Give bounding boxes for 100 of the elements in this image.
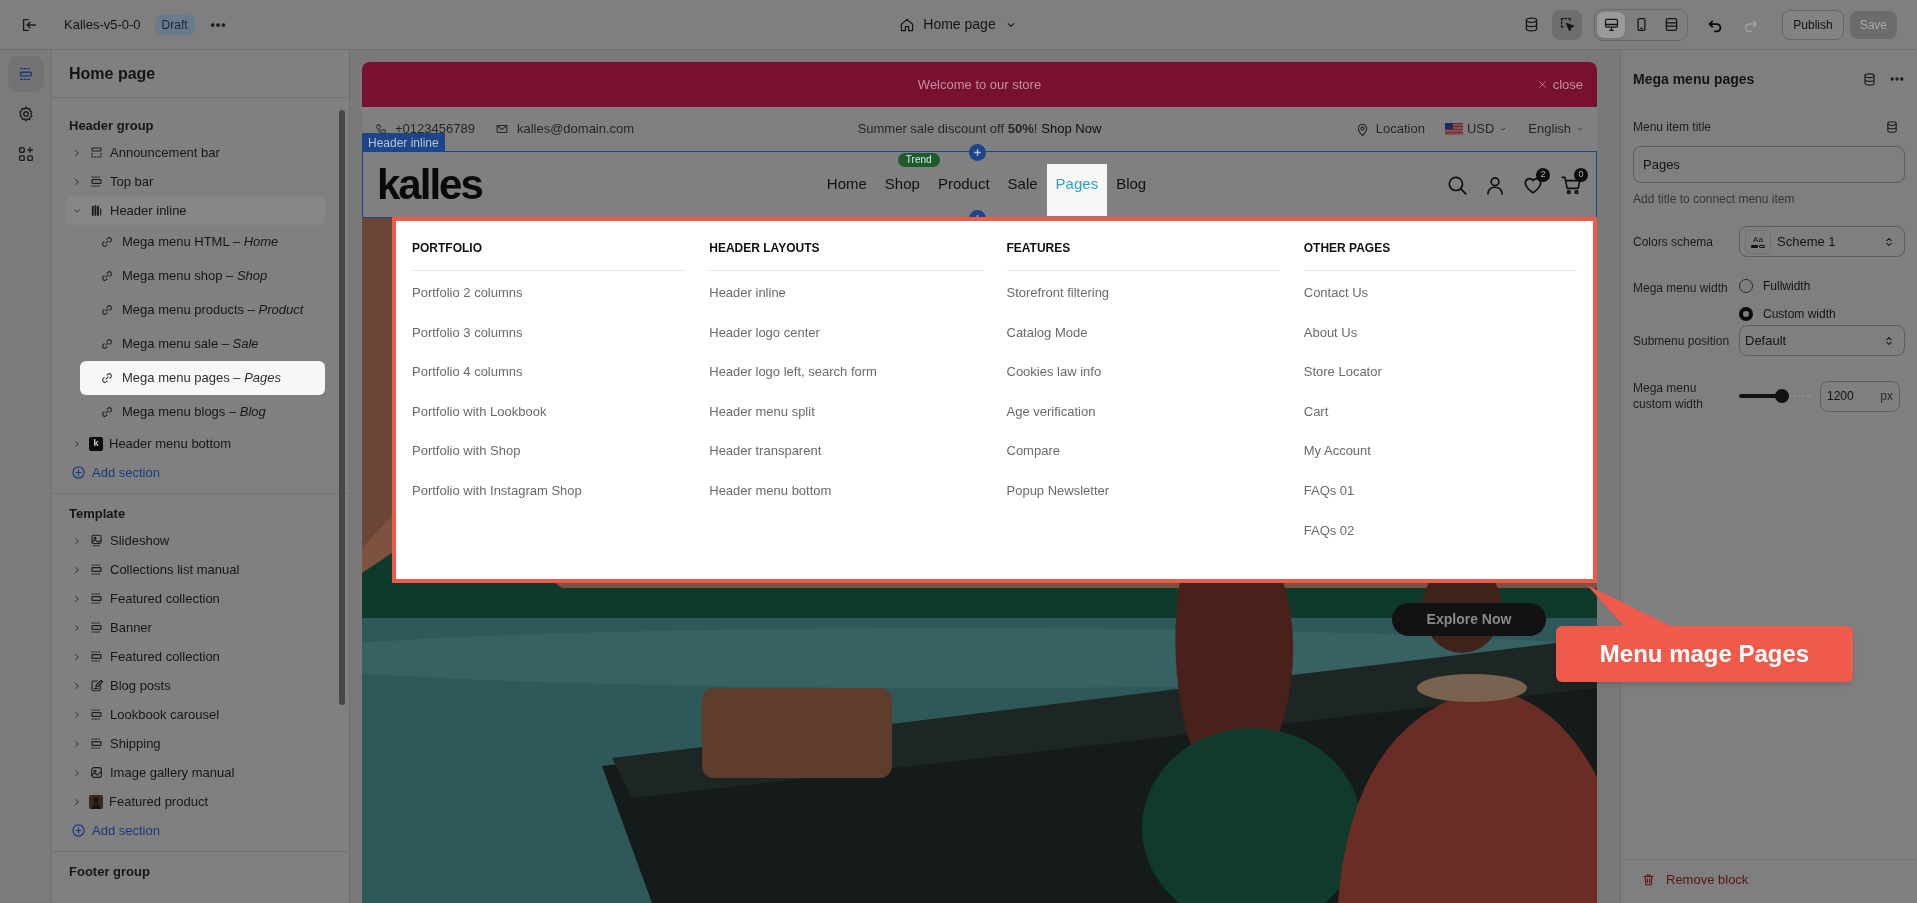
count-badge: 0 xyxy=(1574,167,1588,182)
currency-selector[interactable]: USD xyxy=(1444,119,1509,139)
cart-icon[interactable] xyxy=(1560,173,1582,196)
menu-link[interactable]: Header menu split xyxy=(709,401,815,422)
radio-option[interactable]: Fullwidth xyxy=(1739,275,1836,297)
add-icon xyxy=(71,465,86,480)
nav-link[interactable]: Sale xyxy=(998,169,1047,200)
tree-item[interactable]: Mega menu products – Product xyxy=(80,293,325,327)
columns-icon xyxy=(89,203,104,218)
home-icon xyxy=(899,16,916,33)
menu-link[interactable]: Compare xyxy=(1006,441,1060,461)
menu-link[interactable]: Header logo left, search form xyxy=(709,362,877,382)
column-heading: FEATURES xyxy=(1006,229,1280,271)
menu-link[interactable]: My Account xyxy=(1303,441,1371,461)
menu-link[interactable]: Portfolio 3 columns xyxy=(412,322,523,343)
nav-link[interactable]: Home xyxy=(817,169,876,200)
menu-link[interactable]: Storefront filtering xyxy=(1006,283,1110,303)
menu-link[interactable]: FAQs 02 xyxy=(1303,520,1355,541)
tree-item[interactable]: Mega menu sale – Sale xyxy=(80,327,325,361)
tree-item[interactable]: Announcement bar xyxy=(65,138,325,167)
menu-link[interactable]: Header menu bottom xyxy=(709,481,832,501)
tree-item[interactable]: Mega menu HTML – Home xyxy=(80,225,325,259)
scrollbar[interactable] xyxy=(339,110,345,705)
menu-link[interactable]: Portfolio with Instagram Shop xyxy=(412,481,582,501)
link-icon xyxy=(100,303,114,317)
column-heading: PORTFOLIO xyxy=(412,229,686,271)
group-title: Header group xyxy=(69,117,154,136)
menu-link[interactable]: Portfolio with Shop xyxy=(412,441,521,461)
menu-link[interactable]: Store Locator xyxy=(1303,362,1382,382)
nav-link[interactable]: Blog xyxy=(1107,169,1156,200)
tree-item[interactable]: Blog posts xyxy=(65,671,325,700)
link-icon xyxy=(100,235,114,249)
menu-link[interactable]: Popup Newsletter xyxy=(1006,481,1110,501)
tree-item[interactable]: Banner xyxy=(65,613,325,642)
tree-item[interactable]: Featured product xyxy=(65,787,325,816)
desktop-button[interactable] xyxy=(1597,11,1626,38)
field-label: Colors schema xyxy=(1633,233,1715,250)
tree-item[interactable]: Image gallery manual xyxy=(65,758,325,787)
radio-button[interactable] xyxy=(1739,307,1753,321)
tree-item[interactable]: Mega menu blogs – Blog xyxy=(80,395,325,429)
tree-item[interactable]: Shipping xyxy=(65,729,325,758)
status-badge: Draft xyxy=(154,14,195,35)
add-section-button[interactable]: Add section xyxy=(71,816,349,845)
number-input[interactable]: 1200 px xyxy=(1820,380,1900,412)
select-field[interactable]: Default xyxy=(1739,325,1905,356)
tree-item[interactable]: Featured collection xyxy=(65,642,325,671)
tree-item[interactable]: Slideshow xyxy=(65,526,325,555)
field-label: Mega menu custom width xyxy=(1633,380,1705,412)
remove-block-button[interactable]: Remove block xyxy=(1621,859,1917,899)
menu-link[interactable]: Cart xyxy=(1303,401,1329,422)
tree-item[interactable]: Mega menu pages – Pages xyxy=(80,361,325,395)
text-input[interactable]: Pages xyxy=(1633,146,1905,183)
tree-item[interactable]: Header inline xyxy=(65,196,325,225)
explore-now-button[interactable]: Explore Now xyxy=(1392,603,1546,636)
shop-now-link[interactable]: Shop Now xyxy=(1041,119,1102,139)
tree-item[interactable]: Collections list manual xyxy=(65,555,325,584)
menu-link[interactable]: Age verification xyxy=(1006,401,1096,422)
inspect-button[interactable] xyxy=(1552,9,1583,40)
database-icon[interactable] xyxy=(1885,120,1899,134)
nav-link[interactable]: Product xyxy=(928,169,999,200)
tree-item[interactable]: Top bar xyxy=(65,167,325,196)
menu-link[interactable]: Cookies law info xyxy=(1006,362,1102,382)
language-selector[interactable]: English xyxy=(1528,119,1585,139)
nav-link[interactable]: Shop xyxy=(875,169,929,200)
add-section-button[interactable]: Add section xyxy=(71,458,349,487)
close-button[interactable]: close xyxy=(1536,75,1583,95)
page-selector[interactable]: Home page xyxy=(899,14,1018,35)
add-block-button[interactable] xyxy=(969,144,986,161)
tree-item[interactable]: k Header menu bottom xyxy=(65,429,325,458)
close-icon xyxy=(1536,79,1548,91)
sections-tab[interactable] xyxy=(7,56,44,92)
menu-link[interactable]: Catalog Mode xyxy=(1006,322,1088,343)
section-icon xyxy=(89,620,104,635)
slideshow-icon xyxy=(89,533,104,548)
menu-link[interactable]: Portfolio 2 columns xyxy=(412,283,523,303)
menu-link[interactable]: About Us xyxy=(1303,322,1358,343)
menu-link[interactable]: Header inline xyxy=(709,283,786,303)
publish-button[interactable]: Publish xyxy=(1782,9,1844,40)
edit-icon xyxy=(89,678,104,693)
group-title: Footer group xyxy=(69,863,150,882)
tree-item[interactable]: Featured collection xyxy=(65,584,325,613)
menu-link[interactable]: FAQs 01 xyxy=(1303,481,1355,501)
database-icon[interactable] xyxy=(1862,71,1877,87)
email-address: kalles@domain.com xyxy=(516,120,635,139)
section-icon xyxy=(89,649,104,664)
slider-thumb[interactable] xyxy=(1775,389,1790,403)
menu-link[interactable]: Header transparent xyxy=(709,441,822,461)
radio-option[interactable]: Custom width xyxy=(1739,303,1836,325)
nav-link[interactable]: Pages xyxy=(1046,163,1108,216)
menu-link[interactable]: Contact Us xyxy=(1303,283,1369,303)
tree-item[interactable]: Lookbook carousel xyxy=(65,700,325,729)
menu-link[interactable]: Portfolio 4 columns xyxy=(412,362,523,382)
menu-link[interactable]: Header logo center xyxy=(709,322,820,343)
unit-label: px xyxy=(1880,388,1893,405)
location-link[interactable]: Location xyxy=(1354,119,1425,139)
menu-link[interactable]: Portfolio with Lookbook xyxy=(412,401,547,422)
tree-item[interactable]: Mega menu shop – Shop xyxy=(80,259,325,293)
announcement-text: Welcome to our store xyxy=(917,75,1042,94)
select-field[interactable]: Aa Scheme 1 xyxy=(1739,226,1905,257)
range-slider[interactable] xyxy=(1739,389,1811,403)
